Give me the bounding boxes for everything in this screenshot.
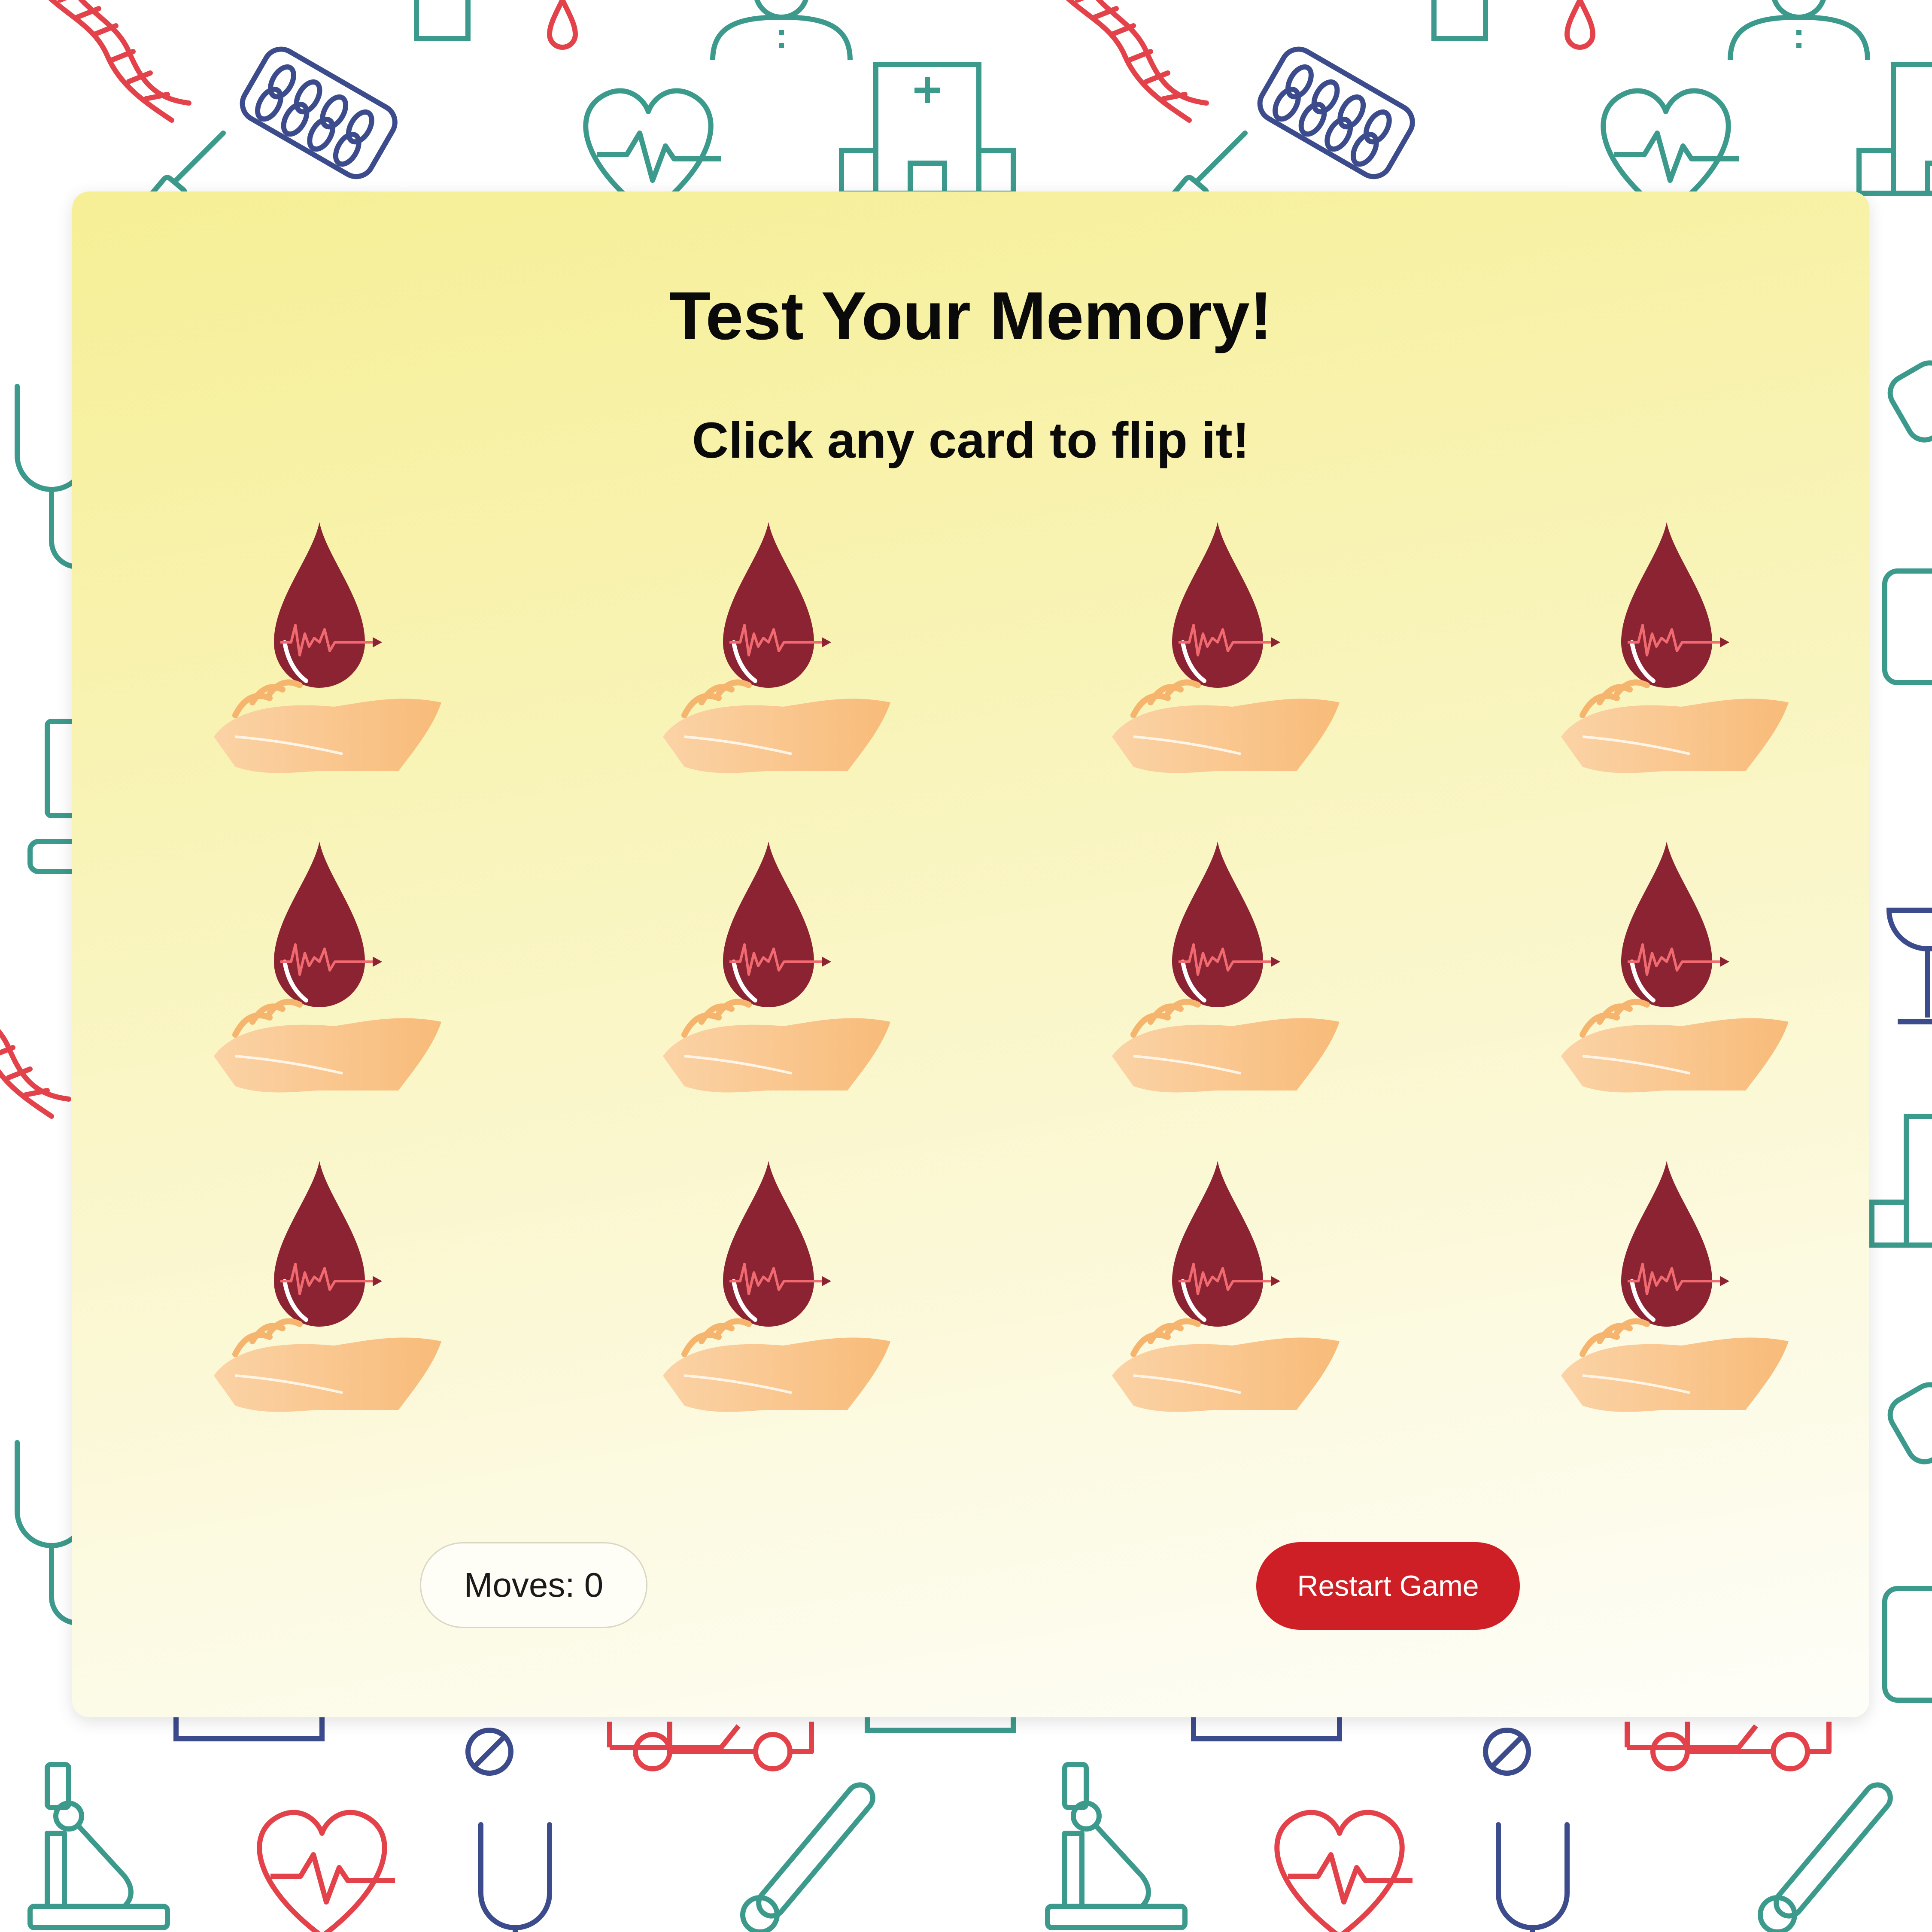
blood-drop-shape xyxy=(274,841,365,1007)
blood-drop-shape xyxy=(1172,1161,1263,1327)
game-title: Test Your Memory! xyxy=(669,278,1273,354)
blood-drop-shape xyxy=(723,522,814,688)
hand-shape xyxy=(1561,699,1789,773)
hand-shape xyxy=(1561,1018,1789,1093)
blood-drop-on-hand-icon xyxy=(663,841,890,1093)
hand-shape xyxy=(663,1018,890,1093)
blood-drop-shape xyxy=(274,522,365,688)
blood-drop-shape xyxy=(723,1161,814,1327)
blood-drop-on-hand-icon xyxy=(214,1161,441,1412)
memory-card[interactable] xyxy=(210,513,450,780)
memory-card[interactable] xyxy=(1108,513,1348,780)
memory-card[interactable] xyxy=(659,513,899,780)
hand-shape xyxy=(214,699,441,773)
memory-card[interactable] xyxy=(210,833,450,1099)
memory-card[interactable] xyxy=(659,1152,899,1419)
blood-drop-shape xyxy=(1172,522,1263,688)
blood-drop-on-hand-icon xyxy=(1561,1161,1789,1412)
blood-drop-on-hand-icon xyxy=(1112,1161,1340,1412)
hand-shape xyxy=(214,1018,441,1093)
memory-card[interactable] xyxy=(1557,833,1797,1099)
game-instruction: Click any card to flip it! xyxy=(692,412,1250,469)
blood-drop-on-hand-icon xyxy=(1112,522,1340,773)
blood-drop-on-hand-icon xyxy=(1561,841,1789,1093)
hand-shape xyxy=(663,1337,890,1412)
game-page: Test Your Memory! Click any card to flip… xyxy=(0,0,1932,1932)
hand-shape xyxy=(214,1337,441,1412)
hand-shape xyxy=(1112,1337,1340,1412)
hand-shape xyxy=(1561,1337,1789,1412)
moves-counter: Moves: 0 xyxy=(420,1542,647,1628)
blood-drop-on-hand-icon xyxy=(1112,841,1340,1093)
blood-drop-on-hand-icon xyxy=(214,841,441,1093)
blood-drop-shape xyxy=(274,1161,365,1327)
hand-shape xyxy=(663,699,890,773)
memory-card[interactable] xyxy=(210,1152,450,1419)
blood-drop-shape xyxy=(1621,841,1712,1007)
blood-drop-on-hand-icon xyxy=(663,1161,890,1412)
hand-shape xyxy=(1112,699,1340,773)
memory-card[interactable] xyxy=(1108,833,1348,1099)
blood-drop-on-hand-icon xyxy=(214,522,441,773)
blood-drop-shape xyxy=(723,841,814,1007)
blood-drop-shape xyxy=(1172,841,1263,1007)
game-panel: Test Your Memory! Click any card to flip… xyxy=(72,191,1869,1717)
memory-card[interactable] xyxy=(659,833,899,1099)
memory-card[interactable] xyxy=(1108,1152,1348,1419)
memory-card[interactable] xyxy=(1557,1152,1797,1419)
blood-drop-shape xyxy=(1621,1161,1712,1327)
memory-card[interactable] xyxy=(1557,513,1797,780)
blood-drop-on-hand-icon xyxy=(663,522,890,773)
blood-drop-on-hand-icon xyxy=(1561,522,1789,773)
blood-drop-shape xyxy=(1621,522,1712,688)
hand-shape xyxy=(1112,1018,1340,1093)
restart-game-button[interactable]: Restart Game xyxy=(1256,1542,1520,1630)
